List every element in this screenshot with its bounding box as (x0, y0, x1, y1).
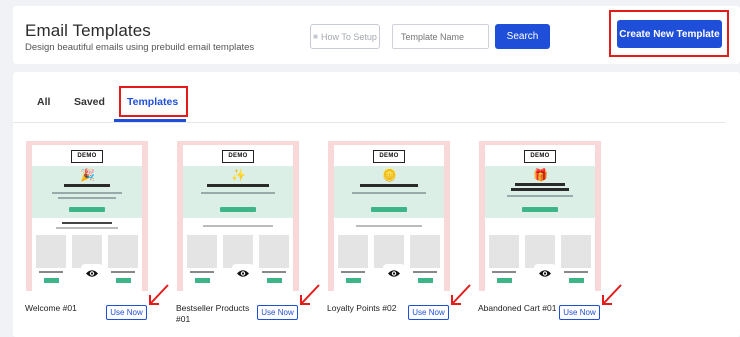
annotation-arrow-icon (451, 284, 471, 305)
template-preview: DEMO 🎁 (485, 145, 595, 291)
template-card-bestseller[interactable]: DEMO ✨ (177, 141, 299, 291)
preview-hero: ✨ (183, 166, 293, 218)
search-button[interactable]: Search (495, 24, 550, 49)
product-button (267, 278, 282, 283)
preview-cta (69, 207, 105, 212)
preview-text (507, 195, 573, 197)
preview-heading (511, 188, 569, 191)
product-text (111, 271, 135, 273)
template-name: Loyalty Points #02 (327, 303, 397, 313)
preview-hero: 🪙 (334, 166, 444, 218)
product-button (569, 278, 584, 283)
tab-saved[interactable]: Saved (74, 96, 105, 108)
template-card-welcome[interactable]: DEMO 🎉 (26, 141, 148, 291)
template-name: Bestseller Products #01 (176, 303, 250, 324)
preview-text (356, 225, 422, 227)
create-new-template-button[interactable]: Create New Template (617, 20, 722, 48)
preview-hero: 🎉 (32, 166, 142, 218)
use-now-button[interactable]: Use Now (559, 305, 600, 320)
party-icon: 🎉 (80, 168, 95, 182)
preview-text (352, 192, 426, 194)
preview-hero: 🎁 (485, 166, 595, 218)
preview-eye-icon[interactable] (383, 264, 405, 282)
preview-eye-icon[interactable] (534, 264, 556, 282)
preview-cta (522, 207, 558, 212)
template-name: Abandoned Cart #01 (478, 303, 557, 313)
product-placeholder (561, 235, 591, 268)
annotation-arrow-icon (602, 284, 622, 305)
product-placeholder (36, 235, 66, 268)
tab-templates[interactable]: Templates (127, 96, 178, 108)
demo-logo: DEMO (524, 150, 556, 163)
product-text (341, 271, 365, 273)
coin-icon: 🪙 (382, 168, 397, 182)
preview-text (58, 197, 116, 199)
preview-heading (515, 183, 565, 186)
product-button (346, 278, 361, 283)
preview-cta (220, 207, 256, 212)
annotation-arrow-icon (300, 284, 320, 305)
template-name: Welcome #01 (25, 303, 77, 313)
tab-all[interactable]: All (37, 96, 50, 108)
preview-heading (64, 184, 110, 187)
preview-text (203, 225, 273, 227)
template-preview: DEMO 🪙 (334, 145, 444, 291)
preview-eye-icon[interactable] (81, 264, 103, 282)
product-placeholder (187, 235, 217, 268)
star-icon: ✨ (231, 168, 246, 182)
page-subtitle: Design beautiful emails using prebuild e… (25, 42, 255, 53)
product-placeholder (410, 235, 440, 268)
annotation-arrow-icon (149, 284, 169, 305)
preview-text (52, 192, 122, 194)
gift-icon: 🎁 (533, 168, 548, 182)
product-placeholder (108, 235, 138, 268)
product-placeholder (489, 235, 519, 268)
template-preview: DEMO 🎉 (32, 145, 142, 291)
product-placeholder (338, 235, 368, 268)
use-now-button[interactable]: Use Now (408, 305, 449, 320)
demo-logo: DEMO (222, 150, 254, 163)
product-text (262, 271, 286, 273)
template-preview: DEMO ✨ (183, 145, 293, 291)
preview-eye-icon[interactable] (232, 264, 254, 282)
template-card-loyalty-points[interactable]: DEMO 🪙 (328, 141, 450, 291)
preview-heading (360, 184, 418, 187)
tab-bar: All Saved Templates (13, 72, 725, 123)
how-to-setup-label: How To Setup (320, 31, 377, 42)
how-to-setup-button[interactable]: ■ How To Setup (310, 24, 380, 49)
preview-subheading (62, 222, 112, 224)
product-button (497, 278, 512, 283)
product-text (564, 271, 588, 273)
product-button (116, 278, 131, 283)
product-placeholder (259, 235, 289, 268)
active-tab-indicator (114, 119, 186, 122)
product-button (195, 278, 210, 283)
video-camera-icon: ■ (313, 32, 318, 41)
demo-logo: DEMO (71, 150, 103, 163)
template-card-abandoned-cart[interactable]: DEMO 🎁 (479, 141, 601, 291)
use-now-button[interactable]: Use Now (257, 305, 298, 320)
product-text (39, 271, 63, 273)
demo-logo: DEMO (373, 150, 405, 163)
page-header: Email Templates Design beautiful emails … (13, 6, 740, 64)
product-text (190, 271, 214, 273)
templates-panel: All Saved Templates DEMO 🎉 DEMO ✨ DEMO 🪙… (13, 72, 740, 337)
preview-cta (371, 207, 407, 212)
page-title: Email Templates (25, 21, 151, 40)
product-button (44, 278, 59, 283)
template-name-search-input[interactable] (392, 24, 489, 49)
preview-text (56, 227, 118, 229)
preview-heading (207, 184, 269, 187)
product-text (492, 271, 516, 273)
preview-text (201, 192, 275, 194)
product-text (413, 271, 437, 273)
use-now-button[interactable]: Use Now (106, 305, 147, 320)
product-button (418, 278, 433, 283)
